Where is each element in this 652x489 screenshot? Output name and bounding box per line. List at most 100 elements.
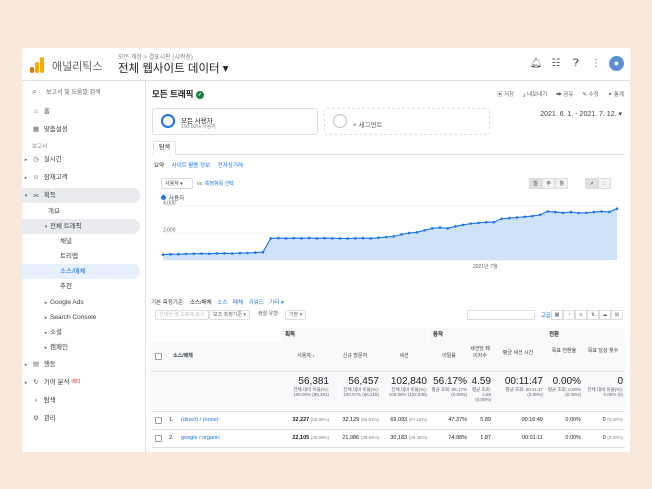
sidebar-item-search-console[interactable]: ▸ Search Console xyxy=(22,310,140,325)
row-checkbox[interactable] xyxy=(155,417,162,424)
add-segment[interactable]: + 세그먼트 xyxy=(324,108,490,135)
sidebar-item-acquisition[interactable]: ▾ ⫘ 획득 xyxy=(22,188,140,203)
date-range-picker[interactable]: 2021. 6. 1. - 2021. 7. 12. ▾ xyxy=(540,110,622,118)
export-button[interactable]: ⤓ 내보내기 xyxy=(523,90,547,99)
sidebar-item-home[interactable]: ⌂ 홈 xyxy=(22,104,140,119)
data-view-icon[interactable]: ▦ xyxy=(551,310,563,320)
sidebar-search[interactable]: ⌕ 보고서 및 도움말 검색 xyxy=(32,87,101,97)
row-source-link[interactable]: (direct) / (none) xyxy=(181,417,219,423)
data-point xyxy=(531,214,534,218)
sidebar-item-attribution[interactable]: ▸ ↻ 기여 분석 베타 xyxy=(22,375,140,390)
granularity-month[interactable]: 월 xyxy=(555,178,568,189)
advanced-filter-link[interactable]: 고급 xyxy=(541,311,551,319)
sidebar-item-google-ads[interactable]: ▸ Google Ads xyxy=(22,295,140,310)
dim-source-medium[interactable]: 소스/매체 xyxy=(190,300,212,306)
sidebar-item-source-medium[interactable]: 소스/매체 xyxy=(22,264,140,279)
header-users-label: 사용자 xyxy=(297,353,311,359)
more-vert-icon[interactable]: ⋮ xyxy=(589,58,603,69)
subnav-ecommerce[interactable]: 전자상거래 xyxy=(218,163,243,169)
sidebar-item-admin[interactable]: ⚙ 관리 xyxy=(22,411,140,426)
sidebar-item-behavior[interactable]: ▸ ▤ 행동 xyxy=(22,357,140,372)
sidebar-item-overview[interactable]: 개요 xyxy=(22,204,140,219)
total-value: 56.17% xyxy=(433,376,467,387)
cell-pct: (56.85%) xyxy=(310,417,329,422)
comparison-view-icon[interactable]: ⇅ xyxy=(587,310,599,320)
report-actions: ▣ 저장 ⤓ 내보내기 ⮕ 공유 ✎ 수정 ✦ 통계 xyxy=(497,90,624,99)
cell-value: 32,227 xyxy=(292,417,310,423)
add-segment-label: + 세그먼트 xyxy=(353,122,383,129)
save-button[interactable]: ▣ 저장 xyxy=(497,90,514,99)
data-point xyxy=(561,211,565,215)
sidebar-item-referrals[interactable]: 추천 xyxy=(22,279,140,294)
data-point xyxy=(338,237,342,240)
table-search-input[interactable] xyxy=(467,310,535,320)
tab-explorer[interactable]: 탐색 xyxy=(153,141,177,155)
insights-button[interactable]: ✦ 통계 xyxy=(608,90,624,99)
avatar[interactable]: ● xyxy=(609,56,624,71)
select-all-checkbox[interactable] xyxy=(155,353,162,360)
secondary-dimension-button[interactable]: 보조 측정기준 ▾ xyxy=(209,310,250,320)
apps-grid-icon[interactable]: ☷ xyxy=(549,58,563,69)
sort-type-select[interactable]: 기본 ▾ xyxy=(285,310,307,320)
header-sessions[interactable]: 세션 xyxy=(381,353,427,360)
motion-chart-icon[interactable]: ∴ xyxy=(598,178,611,189)
sidebar-item-all-traffic[interactable]: ▾ 전체 트래픽 xyxy=(22,219,140,234)
property-selector[interactable]: 전체 웹사이트 데이터 ▾ xyxy=(118,60,229,76)
dim-keyword[interactable]: 키워드 xyxy=(249,300,264,306)
sidebar-item-social[interactable]: ▸ 소셜 xyxy=(22,325,140,340)
dim-medium[interactable]: 매체 xyxy=(233,300,243,306)
sidebar-item-customization[interactable]: ▦ 맞춤설정 xyxy=(22,122,140,137)
vs-select-link[interactable]: 측정항목 선택 xyxy=(205,181,234,187)
header-goal-conversion-rate[interactable]: 목표 전환율 xyxy=(547,348,581,355)
row-checkbox[interactable] xyxy=(155,435,162,442)
segment-all-users[interactable]: 모든 사용자 100.00% 사용자 xyxy=(152,108,318,135)
header-source-medium[interactable]: 소스/매체 xyxy=(173,353,193,360)
sidebar-item-treemaps[interactable]: 트리맵 xyxy=(22,249,140,264)
vs-label: vs. xyxy=(197,181,204,187)
sort-type-label: 정렬 유형: xyxy=(255,310,283,320)
analytics-logo-icon[interactable] xyxy=(30,57,46,73)
help-icon[interactable]: ❓︎ xyxy=(569,58,583,69)
sidebar-item-campaigns[interactable]: ▸ 캠페인 xyxy=(22,340,140,355)
cell-sessions: 30,183 (29.35%) xyxy=(381,435,427,441)
total-value: 56,457 xyxy=(348,376,379,387)
group-acquisition: 획득 xyxy=(281,328,429,342)
chart-type-toggle: ↗ ∴ xyxy=(585,178,611,189)
performance-view-icon[interactable]: ≡ xyxy=(575,310,587,320)
header-pages-per-session[interactable]: 세션당 페이지수 xyxy=(469,346,491,360)
sidebar-item-audience[interactable]: ▸ ☺ 잠재고객 xyxy=(22,170,140,185)
primary-dimension-row: 기본 측정기준: 소스/매체 소스 매체 키워드 기타 ▾ xyxy=(151,298,288,306)
dim-source[interactable]: 소스 xyxy=(217,300,227,306)
percentage-view-icon[interactable]: ◔ xyxy=(563,310,575,320)
dim-other[interactable]: 기타 ▾ xyxy=(269,300,283,306)
y-tick-label: 4,000 xyxy=(163,201,176,207)
sidebar-item-label: 캠페인 xyxy=(50,344,68,351)
cell-value: 21,986 xyxy=(342,435,360,441)
sidebar-item-channels[interactable]: 채널 xyxy=(22,234,140,249)
data-point xyxy=(284,237,288,240)
pivot-view-icon[interactable]: ⊞ xyxy=(611,310,623,320)
header-bounce-rate[interactable]: 이탈률 xyxy=(431,353,467,360)
granularity-week[interactable]: 주 xyxy=(542,178,555,189)
term-cloud-icon[interactable]: ☁ xyxy=(599,310,611,320)
metric-dropdown[interactable]: 사용자 ▾ xyxy=(161,178,193,189)
line-chart-icon[interactable]: ↗ xyxy=(585,178,598,189)
header-users[interactable]: 사용자 ↓ xyxy=(283,353,329,360)
sidebar-item-discover[interactable]: ♁ 탐색 xyxy=(22,393,140,408)
row-source-link[interactable]: google / organic xyxy=(181,435,220,441)
share-button[interactable]: ⮕ 공유 xyxy=(556,90,573,99)
subnav-site-usage[interactable]: 사이트 활용 정보 xyxy=(172,163,210,169)
plot-rows-button[interactable]: 선택한 열 도표에 표시 xyxy=(155,310,209,320)
sidebar-item-realtime[interactable]: ▸ ◷ 실시간 xyxy=(22,152,140,167)
granularity-day[interactable]: 일 xyxy=(529,178,542,189)
subnav-summary[interactable]: 요약 xyxy=(154,163,164,169)
cell-sessions: 69,093 (67.18%) xyxy=(381,417,427,423)
edit-button[interactable]: ✎ 수정 xyxy=(582,90,598,99)
header-goal-completions[interactable]: 목표 달성 횟수 xyxy=(583,348,623,355)
header-new-users[interactable]: 신규 방문자 xyxy=(331,353,379,360)
total-sub: 전체 대비 비율(%): 0.00% (0) xyxy=(587,387,623,397)
bell-icon[interactable]: 🔔︎ xyxy=(529,58,543,69)
cell-pct: (0.00%) xyxy=(607,417,623,422)
header-avg-session-duration[interactable]: 평균 세션 시간 xyxy=(493,350,543,357)
data-point xyxy=(161,253,165,256)
